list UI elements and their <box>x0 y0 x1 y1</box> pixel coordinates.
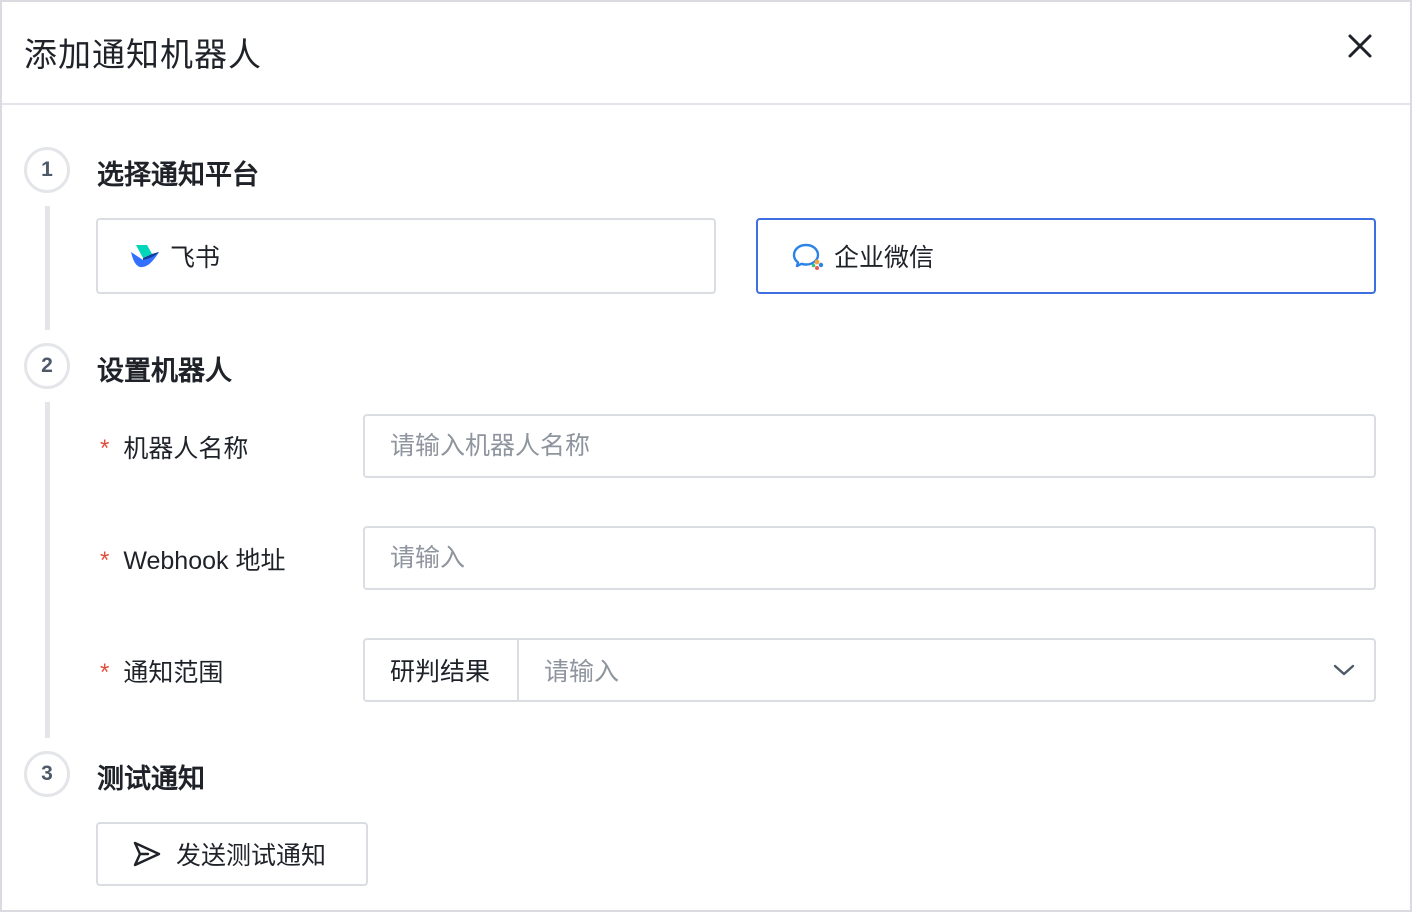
scope-select-placeholder[interactable]: 请输入 <box>519 652 1314 688</box>
scope-select[interactable]: 研判结果 请输入 <box>363 638 1376 702</box>
chevron-down-icon <box>1333 664 1355 676</box>
required-mark: * <box>100 659 110 686</box>
scope-label-text: 通知范围 <box>123 659 224 687</box>
platform-wecom-option[interactable]: 企业微信 <box>756 218 1376 294</box>
step-2-connector <box>45 402 50 738</box>
send-icon <box>133 841 161 867</box>
wecom-logo-icon <box>792 243 824 270</box>
step-3-title: 测试通知 <box>97 764 205 794</box>
scope-label: * 通知范围 <box>100 653 223 689</box>
platform-feishu-option[interactable]: 飞书 <box>96 218 716 294</box>
step-2-title: 设置机器人 <box>97 356 232 386</box>
required-mark: * <box>100 435 110 462</box>
platform-wecom-label: 企业微信 <box>834 244 935 272</box>
scope-dropdown-toggle[interactable] <box>1314 663 1374 677</box>
webhook-label: * Webhook 地址 <box>100 541 285 577</box>
step-1-title: 选择通知平台 <box>97 160 259 190</box>
step-1-indicator: 1 <box>24 147 70 193</box>
send-test-notification-button[interactable]: 发送测试通知 <box>96 822 368 886</box>
close-button[interactable] <box>1338 24 1382 68</box>
platform-feishu-label: 飞书 <box>170 244 221 272</box>
send-test-button-label: 发送测试通知 <box>176 842 327 870</box>
webhook-input[interactable] <box>363 526 1376 590</box>
feishu-logo-icon <box>131 245 159 268</box>
step-2-indicator: 2 <box>24 343 70 389</box>
dialog-title: 添加通知机器人 <box>24 36 262 73</box>
required-mark: * <box>100 547 110 574</box>
close-icon <box>1348 34 1372 58</box>
webhook-label-text: Webhook 地址 <box>123 547 286 575</box>
add-robot-dialog: 添加通知机器人 1 选择通知平台 飞书 企业微信 2 设置机器人 * 机器人名称… <box>0 0 1412 912</box>
step-3-indicator: 3 <box>24 751 70 797</box>
robot-name-label-text: 机器人名称 <box>123 435 249 463</box>
dialog-header: 添加通知机器人 <box>2 2 1410 105</box>
scope-prefix: 研判结果 <box>365 640 519 700</box>
step-1-connector <box>45 206 50 330</box>
robot-name-label: * 机器人名称 <box>100 429 248 465</box>
robot-name-input[interactable] <box>363 414 1376 478</box>
